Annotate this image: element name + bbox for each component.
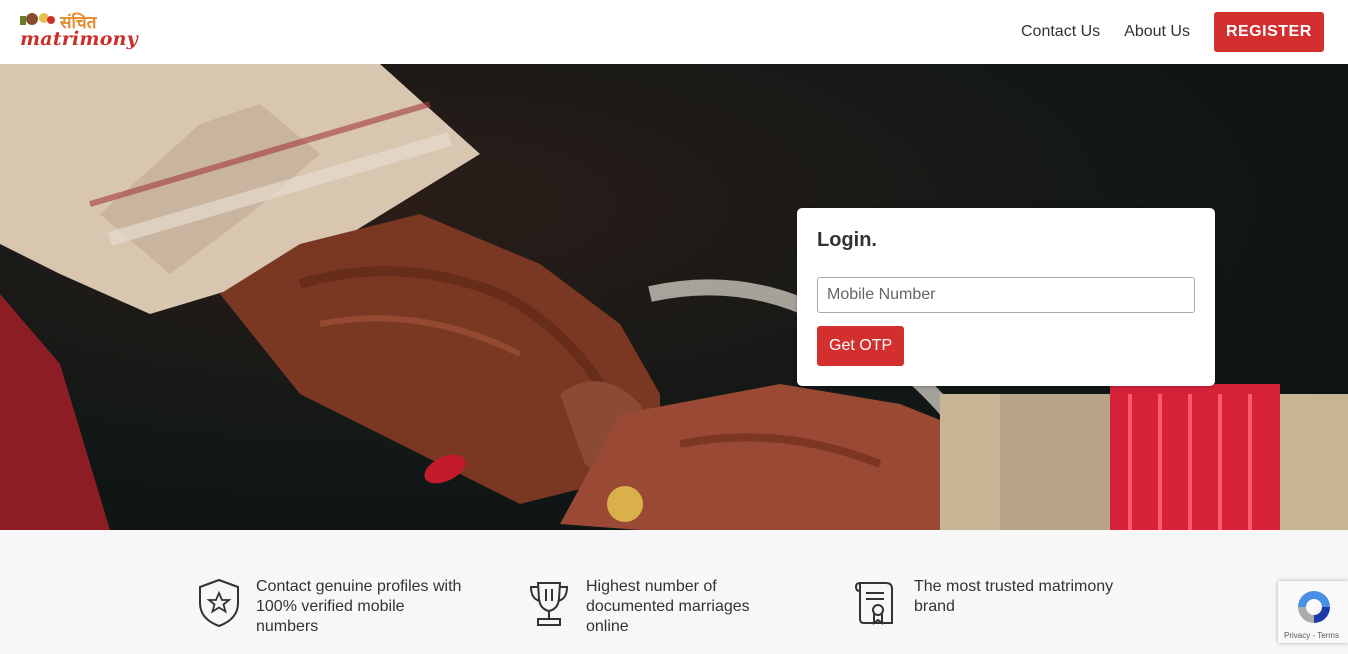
nav-contact-us[interactable]: Contact Us <box>1021 23 1100 41</box>
get-otp-button[interactable]: Get OTP <box>817 326 905 366</box>
nav-about-us[interactable]: About Us <box>1124 23 1190 41</box>
register-button[interactable]: REGISTER <box>1213 12 1324 52</box>
feature-text-line: numbers <box>256 618 319 635</box>
hero-banner: Login. Get OTP <box>0 64 1348 530</box>
feature-text-line: Contact genuine profiles with <box>256 578 462 595</box>
certificate-icon <box>854 582 893 625</box>
login-title: Login. <box>817 229 877 251</box>
logo-ornament-icon <box>20 13 55 25</box>
feature-text-line: Highest number of <box>586 578 717 595</box>
feature-text-line: The most trusted matrimony <box>914 578 1114 595</box>
site-logo[interactable]: संचित matrimony <box>18 8 138 54</box>
recaptcha-links[interactable]: Privacy - Terms <box>1284 631 1339 640</box>
recaptcha-badge[interactable]: Privacy - Terms <box>1278 581 1348 643</box>
feature-trusted-brand: The most trusted matrimony brand <box>854 577 1113 629</box>
logo-wordmark: matrimony <box>20 28 138 50</box>
features-strip: Contact genuine profiles with 100% verif… <box>0 530 1348 654</box>
recaptcha-icon <box>1298 591 1330 623</box>
trophy-icon <box>529 582 569 626</box>
feature-text-line: documented marriages <box>586 598 750 615</box>
feature-documented-marriages: Highest number of documented marriages o… <box>526 577 750 637</box>
top-nav: Contact Us About Us REGISTER <box>1021 0 1324 64</box>
feature-text-line: brand <box>914 598 955 615</box>
shield-star-icon <box>199 578 239 628</box>
feature-text-line: 100% verified mobile <box>256 598 405 615</box>
login-card: Login. Get OTP <box>797 208 1215 386</box>
feature-text-line: online <box>586 618 629 635</box>
feature-verified-profiles: Contact genuine profiles with 100% verif… <box>196 577 461 637</box>
mobile-number-input[interactable] <box>817 277 1195 313</box>
site-header: संचित matrimony Contact Us About Us REGI… <box>0 0 1348 64</box>
